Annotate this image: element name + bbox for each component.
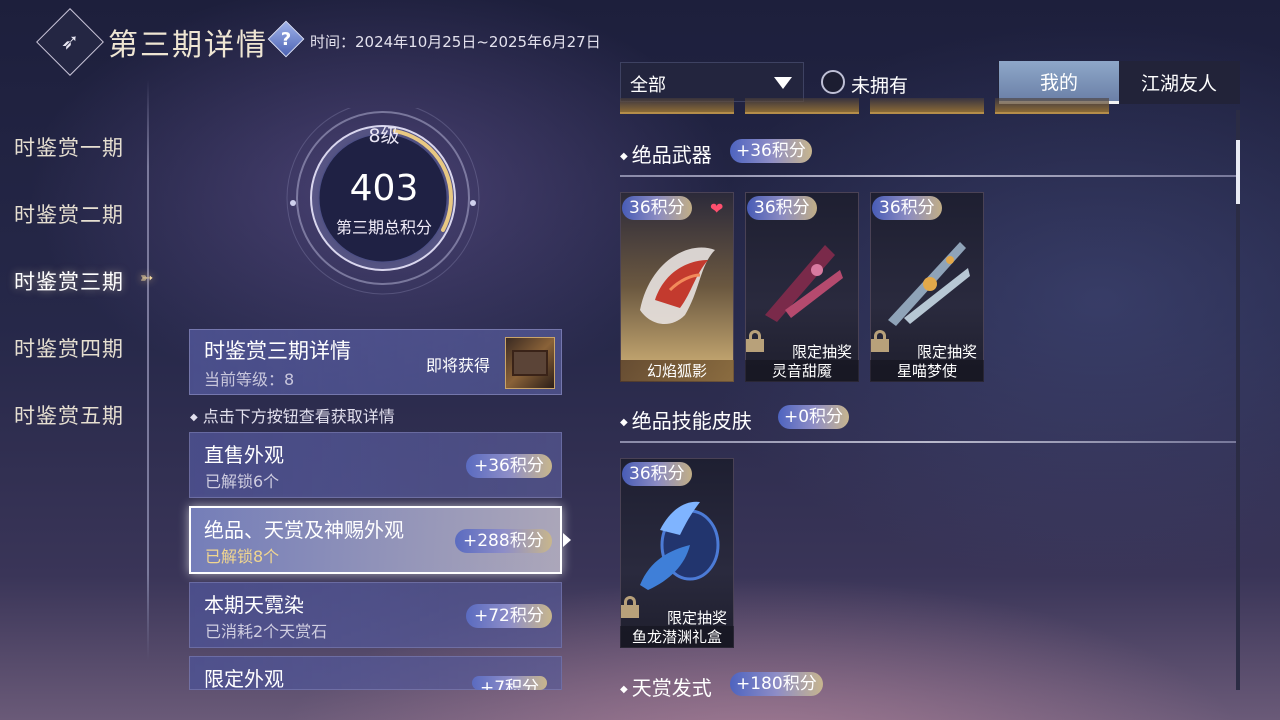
item-name: 幻焰狐影 — [620, 360, 734, 382]
not-owned-label[interactable]: 未拥有 — [851, 71, 908, 98]
prev-item-strip — [620, 98, 734, 114]
detail-card-title: 时鉴赏三期详情 — [204, 339, 351, 363]
source-name: 直售外观 — [204, 443, 284, 467]
section-divider — [620, 175, 1236, 177]
item-limited-label: 限定抽奖 — [792, 343, 853, 361]
prev-item-strip — [745, 98, 859, 114]
period-text: 时间：2024年10月25日~2025年6月27日 — [310, 33, 601, 51]
nav-divider — [147, 80, 149, 660]
source-name: 本期天霓染 — [204, 593, 304, 617]
gauge-level: 8级 — [368, 125, 400, 147]
sword-wing-icon[interactable]: ➶ — [52, 26, 88, 58]
section-title-text: 天赏发式 — [631, 676, 712, 700]
lock-icon — [746, 330, 764, 352]
nav-item-period-5[interactable]: 时鉴赏五期 — [14, 400, 124, 430]
source-points: +7积分 — [472, 676, 548, 690]
section-title-text: 绝品技能皮肤 — [631, 409, 752, 433]
heart-icon[interactable]: ❤ — [710, 199, 723, 218]
detail-card-level: 当前等级：8 — [204, 370, 295, 389]
source-points: +72积分 — [466, 604, 552, 628]
section-title-hairstyles: ◆ 天赏发式 — [620, 676, 712, 700]
question-icon[interactable]: ? — [273, 26, 299, 52]
source-sub: 已解锁6个 — [205, 472, 280, 491]
upcoming-label: 即将获得 — [426, 356, 491, 375]
hint-label: 点击下方按钮查看获取详情 — [202, 407, 395, 426]
item-limited-label: 限定抽奖 — [667, 609, 728, 627]
prev-item-strip — [870, 98, 984, 114]
gauge-label: 第三期总积分 — [335, 218, 432, 237]
section-divider — [620, 441, 1236, 443]
item-name: 星喵梦使 — [870, 360, 984, 382]
fox-weapon-art — [640, 247, 715, 325]
section-title-text: 绝品武器 — [631, 143, 712, 167]
section-points: +36积分 — [730, 139, 812, 163]
source-name: 绝品、天赏及神赐外观 — [204, 518, 404, 542]
nav-item-period-3[interactable]: 时鉴赏三期 — [14, 266, 124, 296]
dropdown-value: 全部 — [630, 75, 666, 96]
item-points: 36积分 — [872, 196, 942, 220]
reward-frame-icon — [512, 350, 548, 376]
item-points: 36积分 — [747, 196, 817, 220]
not-owned-radio[interactable] — [821, 70, 845, 94]
source-sub: 已消耗2个天赏石 — [205, 622, 328, 641]
lock-icon — [871, 330, 889, 352]
section-points: +180积分 — [730, 672, 823, 696]
selected-arrow-icon — [563, 533, 571, 547]
item-name: 灵音甜魇 — [745, 360, 859, 382]
active-marker-icon: ➳ — [140, 268, 154, 287]
section-points: +0积分 — [778, 405, 850, 429]
page-title: 第三期详情 — [108, 28, 268, 63]
item-points: 36积分 — [622, 462, 692, 486]
gauge-score: 403 — [349, 168, 419, 209]
item-limited-label: 限定抽奖 — [917, 343, 978, 361]
tab-friends[interactable]: 江湖友人 — [1119, 61, 1239, 104]
demon-weapon-art — [765, 245, 843, 322]
source-points: +36积分 — [466, 454, 552, 478]
source-sub: 已解锁8个 — [205, 547, 280, 566]
nav-item-period-2[interactable]: 时鉴赏二期 — [14, 199, 124, 229]
source-name: 限定外观 — [204, 667, 284, 691]
scrollbar-thumb[interactable] — [1236, 140, 1240, 204]
item-name: 鱼龙潜渊礼盒 — [620, 626, 734, 648]
nav-item-period-1[interactable]: 时鉴赏一期 — [14, 132, 124, 162]
hint-text: ◆ 点击下方按钮查看获取详情 — [190, 407, 395, 426]
dragon-skin-art — [640, 501, 720, 590]
triangle-down-icon[interactable] — [774, 77, 792, 89]
section-title-weapons: ◆ 绝品武器 — [620, 143, 712, 167]
item-points: 36积分 — [622, 196, 692, 220]
prev-item-strip — [995, 98, 1109, 114]
lock-icon — [621, 596, 639, 618]
source-points: +288积分 — [455, 529, 552, 553]
nav-item-period-4[interactable]: 时鉴赏四期 — [14, 333, 124, 363]
section-title-skill-skins: ◆ 绝品技能皮肤 — [620, 409, 752, 433]
cat-weapon-art — [888, 242, 970, 326]
